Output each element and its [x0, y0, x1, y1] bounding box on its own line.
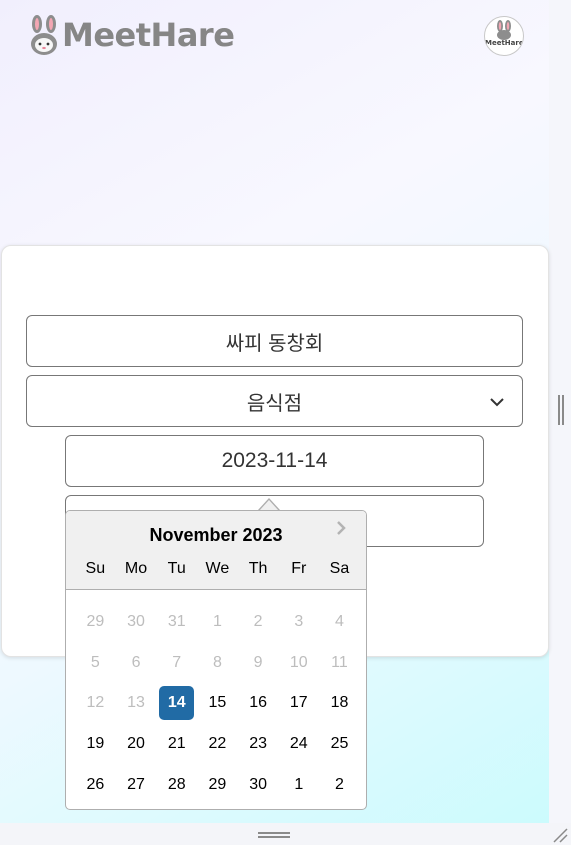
- logo[interactable]: MeetHare: [28, 14, 235, 56]
- datepicker-week-row: 29 30 31 1 2 3 4: [75, 605, 360, 646]
- day-cell: 5: [90, 653, 100, 671]
- day-cell: 4: [335, 613, 344, 630]
- datepicker-week-row: 5 6 7 8 9 10 11: [75, 646, 360, 687]
- day-cell[interactable]: 16: [241, 686, 276, 720]
- resize-corner-icon[interactable]: [552, 827, 568, 843]
- meeting-name-value: 싸피 동창회: [225, 332, 324, 355]
- datepicker-popup: November 2023 Su Mo Tu We Th Fr Sa 29 30 31 1 2 3 4 5…: [65, 510, 367, 810]
- meeting-name-field[interactable]: 싸피 동창회: [26, 315, 523, 367]
- date-input[interactable]: 2023-11-14: [65, 435, 484, 487]
- day-cell: 6: [131, 653, 141, 671]
- weekday-label: Mo: [124, 560, 148, 577]
- day-cell: 29: [86, 613, 105, 630]
- day-cell[interactable]: 18: [322, 686, 357, 720]
- weekday-label: Su: [85, 560, 106, 577]
- datepicker-week-row: 12 13 14 15 16 17 18: [75, 686, 360, 727]
- weekday-label: Sa: [329, 560, 350, 577]
- datepicker-week-row: 26 27 28 29 30 1 2: [75, 768, 360, 809]
- day-cell[interactable]: 20: [119, 727, 154, 761]
- day-cell[interactable]: 2: [322, 768, 357, 802]
- day-cell: 9: [253, 653, 263, 671]
- day-cell[interactable]: 24: [281, 727, 316, 761]
- datepicker-week-row: 19 20 21 22 23 24 25: [75, 727, 360, 768]
- weekday-label: Tu: [167, 560, 186, 577]
- day-cell[interactable]: 17: [281, 686, 316, 720]
- day-cell[interactable]: 21: [159, 727, 194, 761]
- datepicker-month-label: November 2023: [149, 525, 283, 545]
- day-cell[interactable]: 19: [78, 727, 113, 761]
- day-cell[interactable]: 23: [241, 727, 276, 761]
- day-cell: 1: [212, 613, 222, 630]
- weekday-label: Fr: [291, 560, 307, 577]
- day-cell: 31: [167, 613, 186, 630]
- avatar-text: MeetHare: [485, 39, 524, 47]
- day-cell: 7: [172, 653, 182, 671]
- user-avatar[interactable]: MeetHare: [484, 16, 524, 56]
- day-cell-selected[interactable]: 14: [159, 686, 195, 721]
- rabbit-avatar-icon: [497, 20, 511, 40]
- day-cell[interactable]: 1: [281, 768, 316, 802]
- day-cell: 10: [289, 653, 308, 671]
- day-cell: 3: [294, 613, 304, 630]
- chevron-right-icon[interactable]: [332, 519, 350, 537]
- day-cell[interactable]: 27: [119, 768, 154, 802]
- datepicker-header: November 2023 Su Mo Tu We Th Fr Sa: [66, 511, 366, 590]
- day-cell: 13: [127, 694, 145, 712]
- day-cell[interactable]: 26: [78, 768, 113, 802]
- date-value: 2023-11-14: [221, 449, 328, 472]
- rabbit-icon: [31, 15, 57, 55]
- weekday-label: Th: [248, 560, 268, 577]
- category-select[interactable]: 음식점: [26, 375, 523, 427]
- datepicker-days: 29 30 31 1 2 3 4 5 6 7 8 9 10 11 12 13 14 15 16 17 18 19 20 21 2…: [75, 605, 360, 808]
- weekday-label: We: [205, 560, 230, 577]
- logo-text: MeetHare: [62, 16, 235, 54]
- datepicker-weekday-row: Su Mo Tu We Th Fr Sa: [75, 560, 360, 578]
- horizontal-resize-handle[interactable]: [258, 831, 290, 839]
- day-cell: 30: [127, 613, 145, 630]
- day-cell[interactable]: 28: [159, 768, 194, 802]
- day-cell: 2: [253, 613, 263, 630]
- day-cell[interactable]: 15: [200, 686, 235, 720]
- day-cell[interactable]: 30: [241, 768, 276, 802]
- vertical-resize-handle[interactable]: [557, 395, 565, 425]
- day-cell[interactable]: 29: [200, 768, 235, 802]
- chevron-down-icon: [490, 398, 504, 407]
- category-value: 음식점: [246, 392, 303, 415]
- day-cell: 11: [331, 653, 348, 671]
- day-cell: 12: [86, 694, 105, 712]
- day-cell[interactable]: 25: [322, 727, 357, 761]
- day-cell[interactable]: 22: [200, 727, 235, 761]
- day-cell: 8: [212, 653, 222, 671]
